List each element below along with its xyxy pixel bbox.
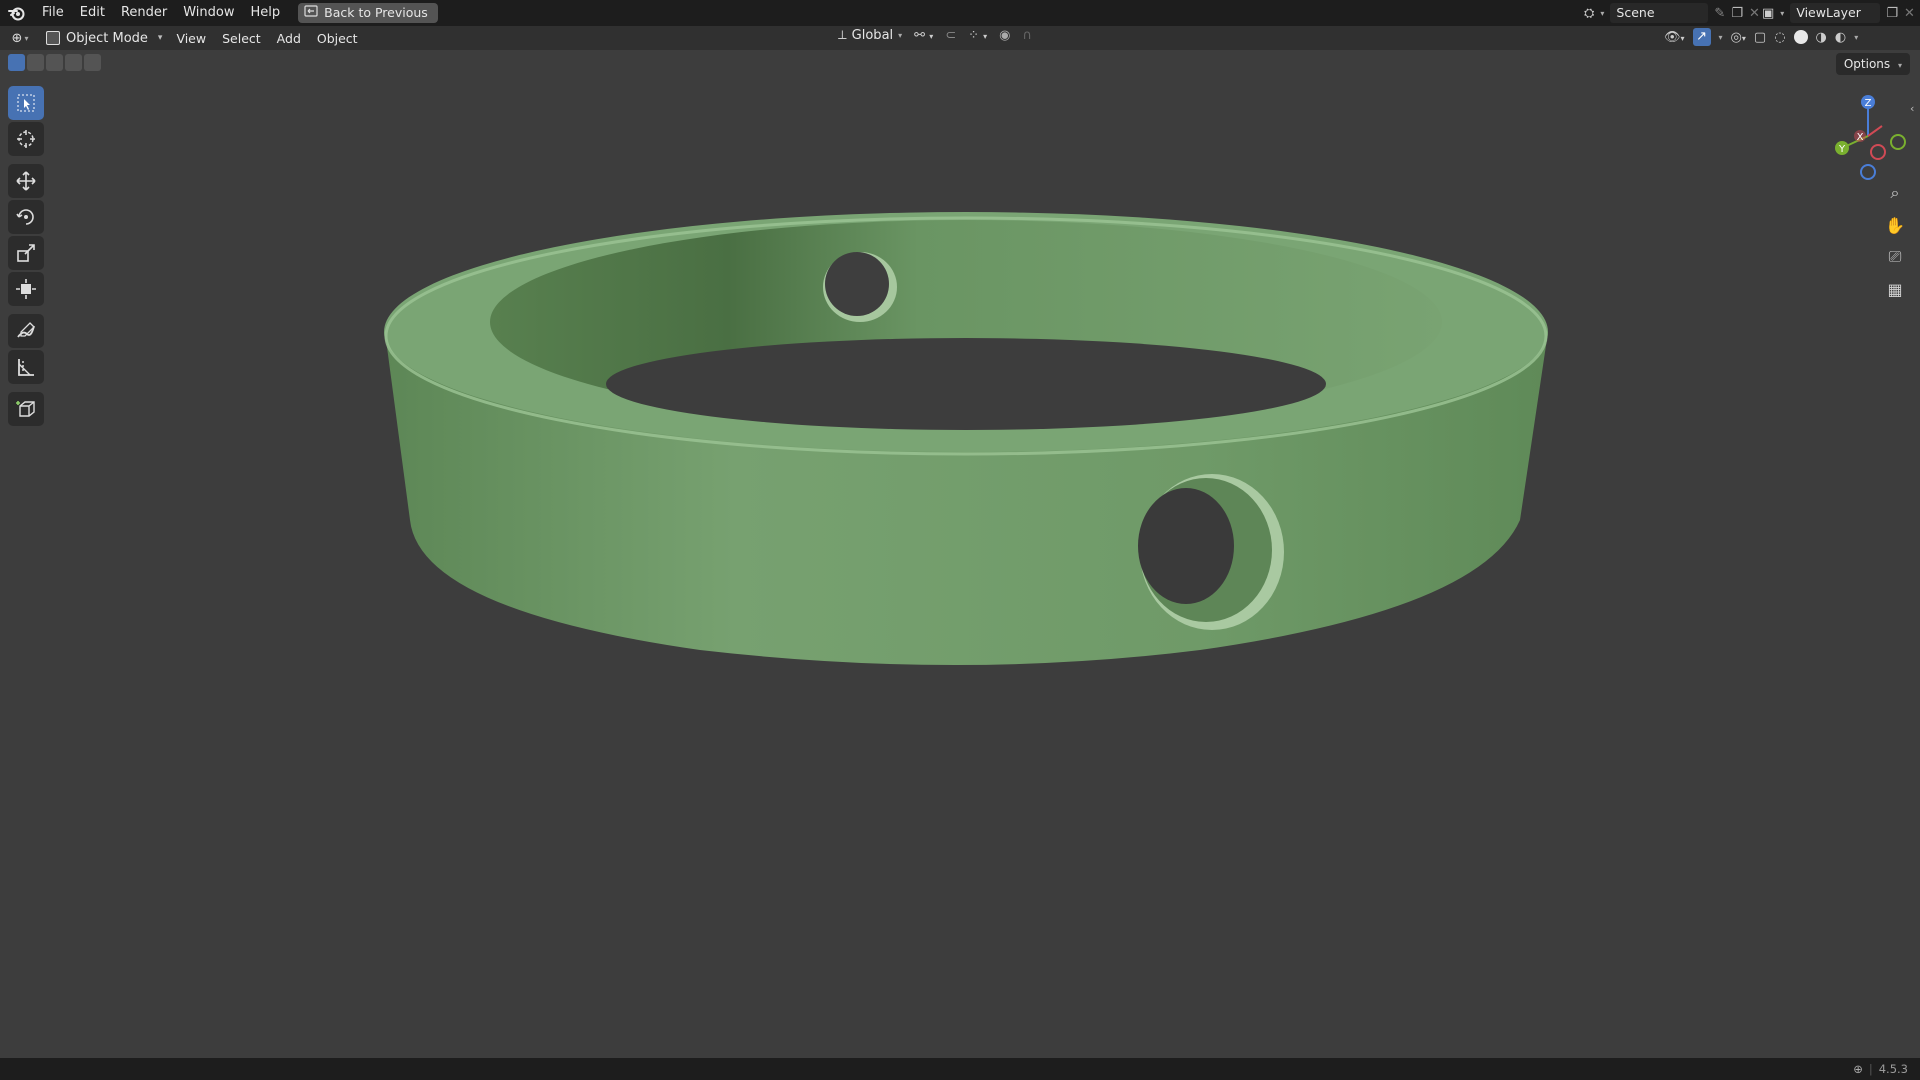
measure-tool[interactable] (8, 350, 44, 384)
chevron-down-icon: ▾ (898, 31, 903, 40)
chevron-down-icon[interactable]: ▾ (1854, 33, 1858, 42)
sidebar-toggle-icon[interactable]: ‹ (1910, 102, 1914, 115)
wireframe-shading-icon[interactable]: ◌ (1774, 30, 1785, 45)
top-menu-bar: File Edit Render Window Help Back to Pre… (0, 0, 1920, 26)
network-icon[interactable]: ⊕ (1853, 1062, 1863, 1076)
status-bar: ⊕ | 4.5.3 (0, 1058, 1920, 1080)
transform-icon (16, 279, 36, 299)
zoom-icon[interactable]: ⌕ (1880, 178, 1910, 208)
back-to-previous-button[interactable]: Back to Previous (298, 3, 438, 23)
cursor-icon (17, 130, 35, 148)
menu-help[interactable]: Help (243, 0, 289, 26)
ortho-grid-icon[interactable]: ▦ (1880, 274, 1910, 304)
select-intersect-icon[interactable] (84, 54, 101, 71)
menu-render[interactable]: Render (113, 0, 175, 26)
navigation-gizmo[interactable]: Z Y X (1826, 90, 1914, 182)
select-invert-icon[interactable] (65, 54, 82, 71)
menu-window[interactable]: Window (175, 0, 242, 26)
select-box-tool[interactable] (8, 86, 44, 120)
transform-orientation-label: Global (851, 28, 894, 43)
scene-name-field[interactable]: Scene (1610, 3, 1709, 23)
select-new-icon[interactable] (8, 54, 25, 71)
rotate-icon (16, 209, 34, 225)
camera-view-icon[interactable]: ⎚ (1880, 242, 1910, 272)
annotate-tool[interactable] (8, 314, 44, 348)
back-to-previous-label: Back to Previous (324, 5, 428, 20)
editor-type-selector[interactable]: ⊕ ▾ (0, 31, 40, 46)
chevron-down-icon: ▾ (1897, 61, 1902, 70)
pin-icon[interactable]: ✎ (1714, 6, 1725, 21)
snap-icon[interactable]: ⊂ (945, 28, 956, 43)
viewport-display-controls: 👁▾ ↗ ▾ ◎▾ ▢ ◌ ◑ ◐ ▾ (1664, 28, 1858, 46)
ring-model[interactable] (0, 50, 1920, 1058)
view-layer-selector[interactable]: ▣ ▾ ViewLayer ❐ ✕ (1762, 3, 1915, 23)
transform-tool[interactable] (8, 272, 44, 306)
menu-file[interactable]: File (34, 0, 72, 26)
editor-type-icon: ⊕ (11, 30, 23, 46)
viewport-nav-buttons: ⌕ ✋ ⎚ ▦ (1880, 178, 1910, 304)
delete-scene-icon[interactable]: ✕ (1749, 6, 1760, 21)
add-cube-icon (16, 401, 35, 417)
rendered-shading-icon[interactable]: ◐ (1835, 30, 1846, 45)
falloff-icon[interactable]: ∩ (1023, 28, 1033, 43)
rotate-tool[interactable] (8, 200, 44, 234)
scale-icon (17, 244, 35, 262)
measure-icon (18, 359, 34, 376)
mode-selector[interactable]: Object Mode ▾ (40, 28, 168, 48)
select-box-icon (17, 94, 35, 112)
back-icon (304, 3, 318, 23)
select-subtract-icon[interactable] (46, 54, 63, 71)
move-tool[interactable] (8, 164, 44, 198)
menu-edit[interactable]: Edit (72, 0, 113, 26)
pivot-point-icon[interactable]: ⚯ ▾ (914, 28, 933, 43)
select-extend-icon[interactable] (27, 54, 44, 71)
scale-tool[interactable] (8, 236, 44, 270)
new-view-layer-icon[interactable]: ❐ (1886, 6, 1898, 21)
selection-mode-buttons (8, 54, 101, 71)
3d-viewport[interactable]: Z Y X ⌕ ✋ ⎚ ▦ ‹ (0, 50, 1920, 1058)
options-label: Options (1843, 57, 1891, 71)
view-layer-icon: ▣ (1762, 5, 1775, 21)
visibility-icon[interactable]: 👁▾ (1664, 30, 1685, 45)
overlays-icon[interactable]: ◎▾ (1731, 30, 1746, 45)
object-mode-icon (46, 31, 60, 45)
chevron-down-icon: ▾ (157, 33, 163, 43)
pan-hand-icon[interactable]: ✋ (1880, 210, 1910, 240)
transform-controls: ⟂ Global ▾ ⚯ ▾ ⊂ ⁘ ▾ ◉ ∩ (838, 28, 1032, 43)
version-label: 4.5.3 (1878, 1062, 1908, 1076)
xray-icon[interactable]: ▢ (1754, 30, 1766, 45)
viewport-header: ⊕ ▾ Object Mode ▾ View Select Add Object … (0, 26, 1920, 50)
new-scene-icon[interactable]: ❐ (1731, 6, 1743, 21)
material-shading-icon[interactable]: ◑ (1816, 30, 1827, 45)
blender-logo-icon[interactable] (0, 0, 34, 26)
menu-object[interactable]: Object (309, 31, 366, 46)
menu-view[interactable]: View (168, 31, 214, 46)
gizmo-toggle-icon[interactable]: ↗ (1692, 28, 1711, 46)
mode-label: Object Mode (66, 30, 148, 46)
add-cube-tool[interactable] (8, 392, 44, 426)
svg-text:Z: Z (1865, 98, 1872, 109)
scene-selector[interactable]: ⛭ ▾ Scene ✎ ❐ ✕ (1584, 3, 1760, 23)
scene-icon: ⛭ (1584, 5, 1595, 21)
snap-target-icon[interactable]: ⁘ ▾ (968, 28, 987, 43)
transform-orientation-dropdown[interactable]: ⟂ Global ▾ (838, 28, 902, 43)
options-dropdown[interactable]: Options ▾ (1835, 53, 1910, 75)
view-layer-name-field[interactable]: ViewLayer (1790, 3, 1881, 23)
solid-shading-icon[interactable] (1793, 30, 1808, 44)
svg-text:Y: Y (1838, 144, 1846, 155)
menu-select[interactable]: Select (214, 31, 269, 46)
delete-view-layer-icon[interactable]: ✕ (1904, 6, 1915, 21)
orientation-icon: ⟂ (838, 28, 847, 43)
svg-text:X: X (1857, 132, 1864, 143)
tool-shelf (8, 86, 46, 428)
chevron-down-icon[interactable]: ▾ (1719, 33, 1723, 42)
menu-add[interactable]: Add (269, 31, 309, 46)
proportional-editing-icon[interactable]: ◉ (999, 28, 1010, 43)
move-icon (16, 171, 36, 191)
annotate-icon (17, 322, 35, 338)
cursor-tool[interactable] (8, 122, 44, 156)
